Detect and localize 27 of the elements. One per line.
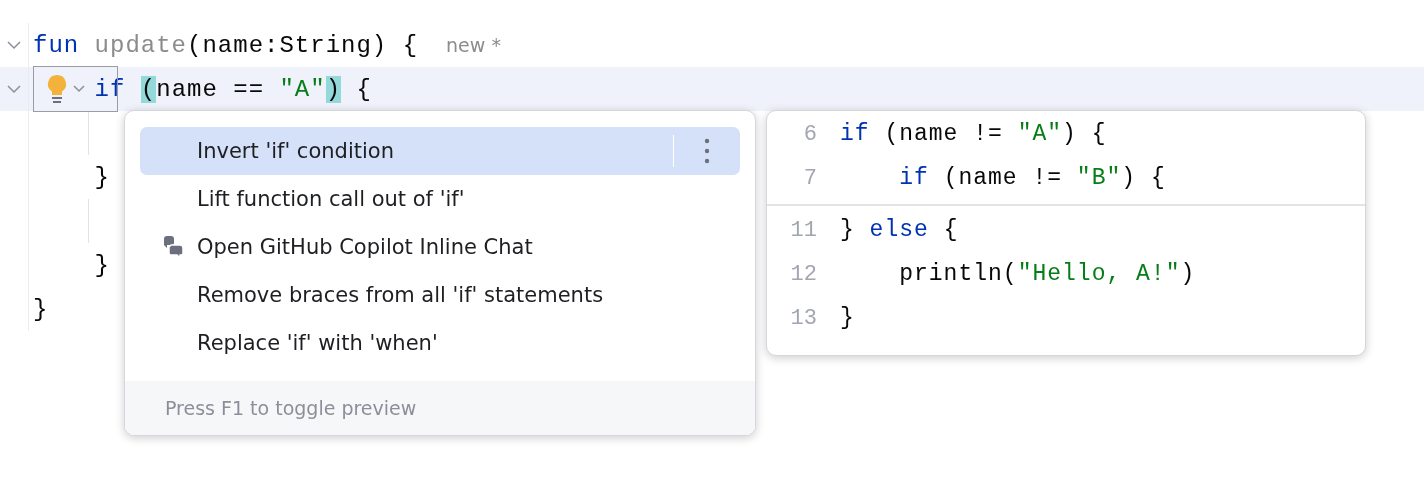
code-line: } — [93, 251, 110, 279]
menu-item[interactable]: Lift function call out of 'if' — [140, 175, 740, 223]
line-number: 13 — [789, 305, 817, 331]
code-line: println("Hello, A!") — [898, 261, 1196, 287]
code-line: } — [93, 163, 110, 191]
code-line: if (name != "B") { — [898, 165, 1166, 191]
line-number: 12 — [789, 261, 817, 287]
code-line: } — [840, 305, 855, 331]
code-line: } — [33, 295, 49, 323]
chevron-icon — [73, 85, 85, 93]
footer-hint: Press F1 to toggle preview — [165, 397, 417, 419]
line-number: 7 — [802, 165, 817, 191]
code-line: if (name == "A") { — [93, 75, 372, 103]
fold-icon[interactable] — [7, 40, 21, 50]
more-icon[interactable] — [704, 138, 710, 164]
menu-item[interactable]: Open GitHub Copilot Inline Chat — [140, 223, 740, 271]
code-line: } else { — [840, 217, 959, 243]
lightbulb-icon — [47, 74, 67, 104]
menu-item[interactable]: Invert 'if' condition — [140, 127, 740, 175]
code-line: if (name != "A") { — [840, 121, 1107, 147]
line-number: 11 — [789, 217, 817, 243]
menu-item[interactable]: Remove braces from all 'if' statements — [140, 271, 740, 319]
menu-item[interactable]: Replace 'if' with 'when' — [140, 319, 740, 367]
fold-icon[interactable] — [7, 84, 21, 94]
line-number: 6 — [802, 121, 817, 147]
inlay-hint: new * — [446, 34, 501, 56]
code-line: fun update(name:String) { — [33, 31, 419, 59]
